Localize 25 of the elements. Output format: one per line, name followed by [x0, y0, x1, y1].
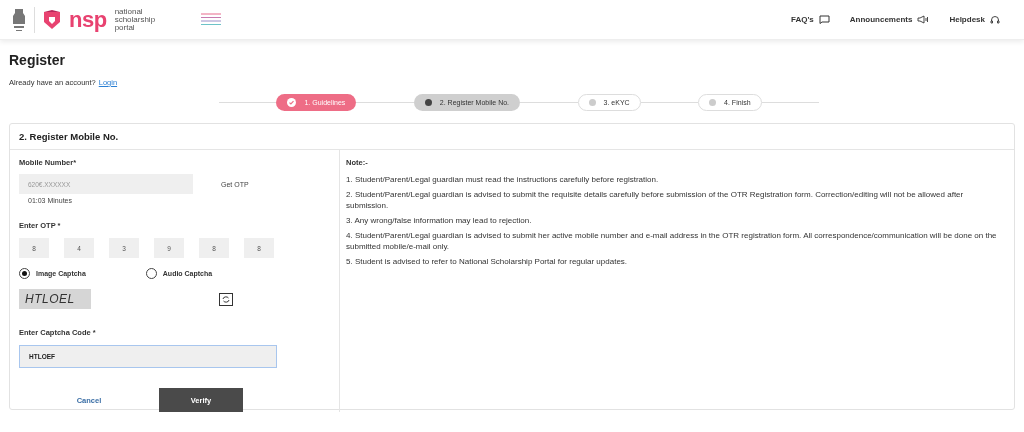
chat-icon — [818, 15, 830, 24]
logo-wordmark: nsp — [69, 6, 107, 33]
card-title: 2. Register Mobile No. — [10, 124, 1014, 150]
refresh-icon — [222, 295, 230, 303]
step-dot — [588, 99, 596, 106]
check-icon — [287, 98, 297, 107]
captcha-image: HTLOEL — [19, 289, 91, 309]
step-dot — [709, 99, 717, 106]
note-item: 2. Student/Parent/Legal guardian is advised to submit the requisite details carefully before submission of the OTR Registration form. Correction/editing will not be allowed after submission. — [346, 189, 965, 211]
page-title: Register — [9, 52, 67, 68]
headset-icon — [990, 14, 1000, 25]
step-dot — [424, 99, 432, 106]
nav-link[interactable]: FAQ's — [790, 14, 830, 25]
refresh-button[interactable] — [219, 292, 233, 306]
megaphone-icon — [917, 15, 930, 24]
nav-link[interactable]: Helpdesk — [949, 14, 1000, 25]
note-item: 4. Student/Parent/Legal guardian is advised to submit her active mobile number and e-mail address in the OTR registration form. All correspondence/communication will be done on the submitted mobile/e-mail only. — [346, 230, 998, 252]
logo-tagline: national scholarship portal — [114, 7, 157, 32]
note-item: 1. Student/Parent/Legal guardian must read the instructions carefully before registration. — [346, 174, 660, 185]
note-item: 3. Any wrong/false information may lead to rejection. — [346, 215, 533, 226]
nav-link[interactable]: Announcements — [849, 14, 930, 25]
menu-icon[interactable] — [200, 13, 221, 26]
note-item: 5. Student is advised to refer to National Scholarship Portal for regular updates. — [346, 256, 629, 267]
shield-icon — [43, 9, 61, 30]
emblem-icon — [12, 6, 26, 33]
